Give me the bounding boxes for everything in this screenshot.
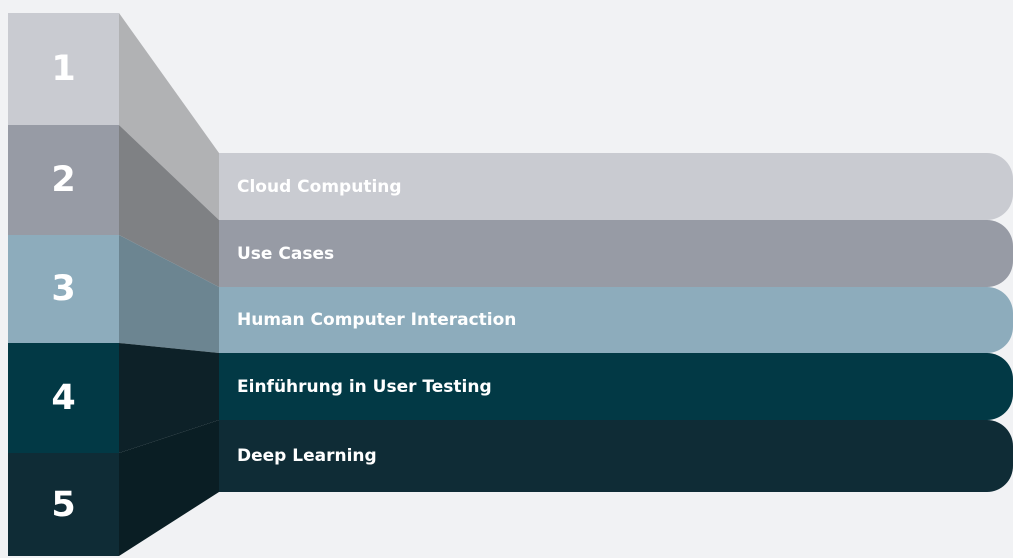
- topic-bar-2: Use Cases: [219, 220, 1013, 287]
- step-number-2: 2: [8, 125, 119, 235]
- topic-bar-5: Deep Learning: [219, 420, 1013, 492]
- topic-bar-4: Einführung in User Testing: [219, 353, 1013, 420]
- topic-label-3: Human Computer Interaction: [237, 310, 517, 330]
- step-number-5: 5: [8, 453, 119, 556]
- topic-bar-1: Cloud Computing: [219, 153, 1013, 220]
- step-number-1: 1: [8, 13, 119, 125]
- topic-label-5: Deep Learning: [237, 446, 377, 466]
- topic-label-1: Cloud Computing: [237, 176, 402, 197]
- step-diagram: 1 2 3 4 5 Cloud Computing Use Cases Huma…: [0, 0, 1013, 558]
- step-number-3: 3: [8, 235, 119, 343]
- topic-bar-3: Human Computer Interaction: [219, 287, 1013, 353]
- step-number-4: 4: [8, 343, 119, 453]
- topic-label-4: Einführung in User Testing: [237, 376, 492, 397]
- topic-label-2: Use Cases: [237, 243, 335, 264]
